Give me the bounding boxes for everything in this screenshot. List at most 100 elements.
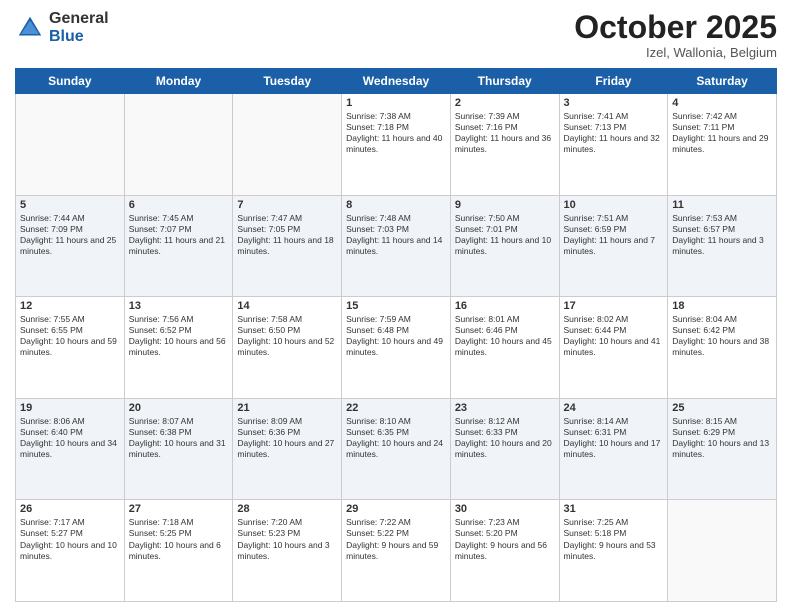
day-number: 17 [564, 300, 664, 312]
page: General Blue October 2025 Izel, Wallonia… [0, 0, 792, 612]
logo-text: General Blue [49, 10, 109, 45]
day-number: 23 [455, 402, 555, 414]
day-number: 16 [455, 300, 555, 312]
calendar-week-row: 19Sunrise: 8:06 AM Sunset: 6:40 PM Dayli… [16, 398, 777, 500]
day-number: 26 [20, 503, 120, 515]
day-number: 5 [20, 199, 120, 211]
calendar-cell: 28 Sunrise: 7:20 AM Sunset: 5:23 PM Dayli… [233, 500, 342, 602]
cell-sun-info: Sunrise: 7:45 AM Sunset: 7:07 PM Dayligh… [129, 213, 229, 257]
cell-sun-info: Sunrise: 8:14 AM Sunset: 6:31 PM Dayligh… [564, 416, 664, 460]
day-number: 22 [346, 402, 446, 414]
calendar-cell: 3Sunrise: 7:41 AM Sunset: 7:13 PM Daylig… [559, 94, 668, 196]
day-number: 12 [20, 300, 120, 312]
cell-sun-info: Sunrise: 7:20 AM Sunset: 5:23 PM Dayligh… [237, 517, 337, 561]
calendar-cell: 17 Sunrise: 8:02 AM Sunset: 6:44 PM Dayli… [559, 297, 668, 399]
calendar-cell: 6 Sunrise: 7:45 AM Sunset: 7:07 PM Daylig… [124, 195, 233, 297]
cell-sun-info: Sunrise: 7:25 AM Sunset: 5:18 PM Dayligh… [564, 517, 664, 561]
calendar-table: SundayMondayTuesdayWednesdayThursdayFrid… [15, 68, 777, 602]
calendar-cell: 20 Sunrise: 8:07 AM Sunset: 6:38 PM Dayli… [124, 398, 233, 500]
cell-sun-info: Sunrise: 7:39 AM Sunset: 7:16 PM Dayligh… [455, 111, 555, 155]
calendar-cell: 29 Sunrise: 7:22 AM Sunset: 5:22 PM Dayli… [342, 500, 451, 602]
location-subtitle: Izel, Wallonia, Belgium [574, 45, 777, 60]
calendar-cell: 5 Sunrise: 7:44 AM Sunset: 7:09 PM Daylig… [16, 195, 125, 297]
calendar-cell [233, 94, 342, 196]
cell-sun-info: Sunrise: 7:38 AM Sunset: 7:18 PM Dayligh… [346, 111, 446, 155]
calendar-cell: 9 Sunrise: 7:50 AM Sunset: 7:01 PM Daylig… [450, 195, 559, 297]
day-number: 11 [672, 199, 772, 211]
day-number: 29 [346, 503, 446, 515]
day-number: 1 [346, 97, 446, 109]
day-number: 19 [20, 402, 120, 414]
day-number: 13 [129, 300, 229, 312]
logo: General Blue [15, 10, 109, 45]
calendar-cell: 7Sunrise: 7:47 AM Sunset: 7:05 PM Daylig… [233, 195, 342, 297]
calendar-cell: 30 Sunrise: 7:23 AM Sunset: 5:20 PM Dayli… [450, 500, 559, 602]
cell-sun-info: Sunrise: 8:04 AM Sunset: 6:42 PM Dayligh… [672, 314, 772, 358]
day-number: 15 [346, 300, 446, 312]
cell-sun-info: Sunrise: 8:09 AM Sunset: 6:36 PM Dayligh… [237, 416, 337, 460]
cell-sun-info: Sunrise: 7:17 AM Sunset: 5:27 PM Dayligh… [20, 517, 120, 561]
weekday-header: Saturday [668, 69, 777, 94]
cell-sun-info: Sunrise: 8:12 AM Sunset: 6:33 PM Dayligh… [455, 416, 555, 460]
calendar-cell [16, 94, 125, 196]
calendar-cell: 25 Sunrise: 8:15 AM Sunset: 6:29 PM Dayli… [668, 398, 777, 500]
cell-sun-info: Sunrise: 7:41 AM Sunset: 7:13 PM Dayligh… [564, 111, 664, 155]
calendar-cell: 24 Sunrise: 8:14 AM Sunset: 6:31 PM Dayli… [559, 398, 668, 500]
day-number: 14 [237, 300, 337, 312]
day-number: 21 [237, 402, 337, 414]
cell-sun-info: Sunrise: 8:07 AM Sunset: 6:38 PM Dayligh… [129, 416, 229, 460]
day-number: 25 [672, 402, 772, 414]
cell-sun-info: Sunrise: 8:15 AM Sunset: 6:29 PM Dayligh… [672, 416, 772, 460]
cell-sun-info: Sunrise: 7:42 AM Sunset: 7:11 PM Dayligh… [672, 111, 772, 155]
cell-sun-info: Sunrise: 7:44 AM Sunset: 7:09 PM Dayligh… [20, 213, 120, 257]
calendar-cell: 1 Sunrise: 7:38 AM Sunset: 7:18 PM Daylig… [342, 94, 451, 196]
calendar-week-row: 1 Sunrise: 7:38 AM Sunset: 7:18 PM Daylig… [16, 94, 777, 196]
cell-sun-info: Sunrise: 7:22 AM Sunset: 5:22 PM Dayligh… [346, 517, 446, 561]
calendar-cell: 22 Sunrise: 8:10 AM Sunset: 6:35 PM Dayli… [342, 398, 451, 500]
calendar-cell: 10Sunrise: 7:51 AM Sunset: 6:59 PM Dayli… [559, 195, 668, 297]
weekday-header: Thursday [450, 69, 559, 94]
calendar-cell: 16 Sunrise: 8:01 AM Sunset: 6:46 PM Dayli… [450, 297, 559, 399]
cell-sun-info: Sunrise: 7:50 AM Sunset: 7:01 PM Dayligh… [455, 213, 555, 257]
cell-sun-info: Sunrise: 8:10 AM Sunset: 6:35 PM Dayligh… [346, 416, 446, 460]
day-number: 20 [129, 402, 229, 414]
day-number: 9 [455, 199, 555, 211]
weekday-header: Monday [124, 69, 233, 94]
day-number: 8 [346, 199, 446, 211]
calendar-cell: 23 Sunrise: 8:12 AM Sunset: 6:33 PM Dayli… [450, 398, 559, 500]
title-block: October 2025 Izel, Wallonia, Belgium [574, 10, 777, 60]
calendar-cell: 13 Sunrise: 7:56 AM Sunset: 6:52 PM Dayli… [124, 297, 233, 399]
cell-sun-info: Sunrise: 7:53 AM Sunset: 6:57 PM Dayligh… [672, 213, 772, 257]
cell-sun-info: Sunrise: 8:01 AM Sunset: 6:46 PM Dayligh… [455, 314, 555, 358]
weekday-header: Sunday [16, 69, 125, 94]
calendar-cell: 18 Sunrise: 8:04 AM Sunset: 6:42 PM Dayli… [668, 297, 777, 399]
day-number: 28 [237, 503, 337, 515]
day-number: 30 [455, 503, 555, 515]
calendar-cell: 14 Sunrise: 7:58 AM Sunset: 6:50 PM Dayli… [233, 297, 342, 399]
day-number: 6 [129, 199, 229, 211]
calendar-cell: 21 Sunrise: 8:09 AM Sunset: 6:36 PM Dayli… [233, 398, 342, 500]
day-number: 27 [129, 503, 229, 515]
day-number: 18 [672, 300, 772, 312]
day-number: 10 [564, 199, 664, 211]
day-number: 31 [564, 503, 664, 515]
calendar-cell: 26 Sunrise: 7:17 AM Sunset: 5:27 PM Dayli… [16, 500, 125, 602]
cell-sun-info: Sunrise: 7:56 AM Sunset: 6:52 PM Dayligh… [129, 314, 229, 358]
cell-sun-info: Sunrise: 7:18 AM Sunset: 5:25 PM Dayligh… [129, 517, 229, 561]
cell-sun-info: Sunrise: 7:48 AM Sunset: 7:03 PM Dayligh… [346, 213, 446, 257]
cell-sun-info: Sunrise: 8:02 AM Sunset: 6:44 PM Dayligh… [564, 314, 664, 358]
calendar-cell: 8 Sunrise: 7:48 AM Sunset: 7:03 PM Daylig… [342, 195, 451, 297]
calendar-week-row: 26 Sunrise: 7:17 AM Sunset: 5:27 PM Dayli… [16, 500, 777, 602]
month-title: October 2025 [574, 10, 777, 45]
day-number: 24 [564, 402, 664, 414]
calendar-cell [668, 500, 777, 602]
cell-sun-info: Sunrise: 7:58 AM Sunset: 6:50 PM Dayligh… [237, 314, 337, 358]
cell-sun-info: Sunrise: 7:23 AM Sunset: 5:20 PM Dayligh… [455, 517, 555, 561]
day-number: 2 [455, 97, 555, 109]
calendar-week-row: 12Sunrise: 7:55 AM Sunset: 6:55 PM Dayli… [16, 297, 777, 399]
calendar-cell: 11 Sunrise: 7:53 AM Sunset: 6:57 PM Dayli… [668, 195, 777, 297]
logo-icon [15, 13, 45, 43]
day-number: 7 [237, 199, 337, 211]
calendar-cell: 12Sunrise: 7:55 AM Sunset: 6:55 PM Dayli… [16, 297, 125, 399]
calendar-cell: 2 Sunrise: 7:39 AM Sunset: 7:16 PM Daylig… [450, 94, 559, 196]
